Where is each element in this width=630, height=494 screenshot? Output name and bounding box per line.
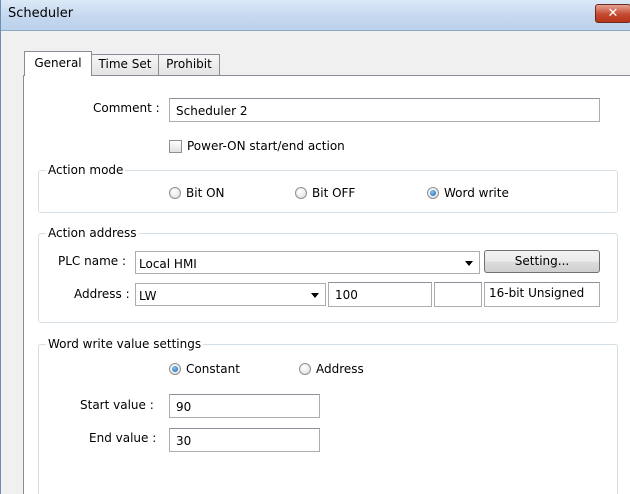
data-format-field: 16-bit Unsigned xyxy=(484,282,600,307)
constant-label[interactable]: Constant xyxy=(186,362,240,376)
bit-on-label[interactable]: Bit ON xyxy=(186,186,225,200)
address-radio[interactable] xyxy=(299,363,311,375)
tab-strip: General Time Set Prohibit xyxy=(1,30,630,78)
address-device-value: LW xyxy=(139,289,157,303)
word-write-label[interactable]: Word write xyxy=(444,186,509,200)
start-value-label: Start value : xyxy=(80,398,154,412)
action-mode-title: Action mode xyxy=(46,163,126,177)
chevron-down-icon xyxy=(465,261,473,266)
address-label: Address : xyxy=(74,287,130,301)
bit-on-radio[interactable] xyxy=(169,187,181,199)
word-write-value-title: Word write value settings xyxy=(46,337,204,351)
address-number-value: 100 xyxy=(335,288,358,302)
setting-button[interactable]: Setting... xyxy=(484,250,600,273)
plc-name-value: Local HMI xyxy=(139,257,197,271)
address-number-input[interactable]: 100 xyxy=(328,282,432,307)
start-value-input[interactable]: 90 xyxy=(169,394,320,418)
action-address-title: Action address xyxy=(46,226,139,240)
tab-label: Prohibit xyxy=(166,57,212,71)
action-address-group xyxy=(38,233,618,323)
comment-label: Comment : xyxy=(93,101,160,115)
tab-prohibit[interactable]: Prohibit xyxy=(158,54,220,75)
tab-label: Time Set xyxy=(98,57,152,71)
end-value: 30 xyxy=(176,434,192,448)
address-radio-label[interactable]: Address xyxy=(316,362,364,376)
plc-name-select[interactable]: Local HMI xyxy=(135,251,480,274)
close-button[interactable]: ✕ xyxy=(595,4,630,23)
chevron-down-icon xyxy=(311,293,319,298)
title-bar[interactable]: Scheduler ✕ xyxy=(1,0,630,31)
comment-value: Scheduler 2 xyxy=(176,104,248,118)
start-value: 90 xyxy=(176,400,192,414)
end-value-label: End value : xyxy=(89,431,157,445)
word-write-radio[interactable] xyxy=(427,187,439,199)
tab-time-set[interactable]: Time Set xyxy=(91,54,159,75)
setting-button-label: Setting... xyxy=(514,254,570,268)
address-extra-field xyxy=(434,282,482,307)
address-device-select[interactable]: LW xyxy=(135,283,326,306)
power-on-checkbox[interactable] xyxy=(169,140,182,153)
general-tab-panel: Comment : Scheduler 2 Power-ON start/end… xyxy=(23,75,630,494)
data-format-value: 16-bit Unsigned xyxy=(489,286,585,300)
plc-name-label: PLC name : xyxy=(58,254,127,268)
radio-selected-dot xyxy=(430,190,436,196)
bit-off-label[interactable]: Bit OFF xyxy=(312,186,355,200)
window-title: Scheduler xyxy=(8,6,74,21)
close-icon: ✕ xyxy=(607,6,619,21)
end-value-input[interactable]: 30 xyxy=(169,428,320,452)
bit-off-radio[interactable] xyxy=(295,187,307,199)
scheduler-window: Scheduler ✕ General Time Set Prohibit Co… xyxy=(0,0,630,494)
tab-general[interactable]: General xyxy=(24,51,92,76)
constant-radio[interactable] xyxy=(169,363,181,375)
power-on-label[interactable]: Power-ON start/end action xyxy=(187,139,345,153)
radio-selected-dot xyxy=(172,366,178,372)
tab-label: General xyxy=(34,56,82,70)
comment-input[interactable]: Scheduler 2 xyxy=(169,98,600,122)
